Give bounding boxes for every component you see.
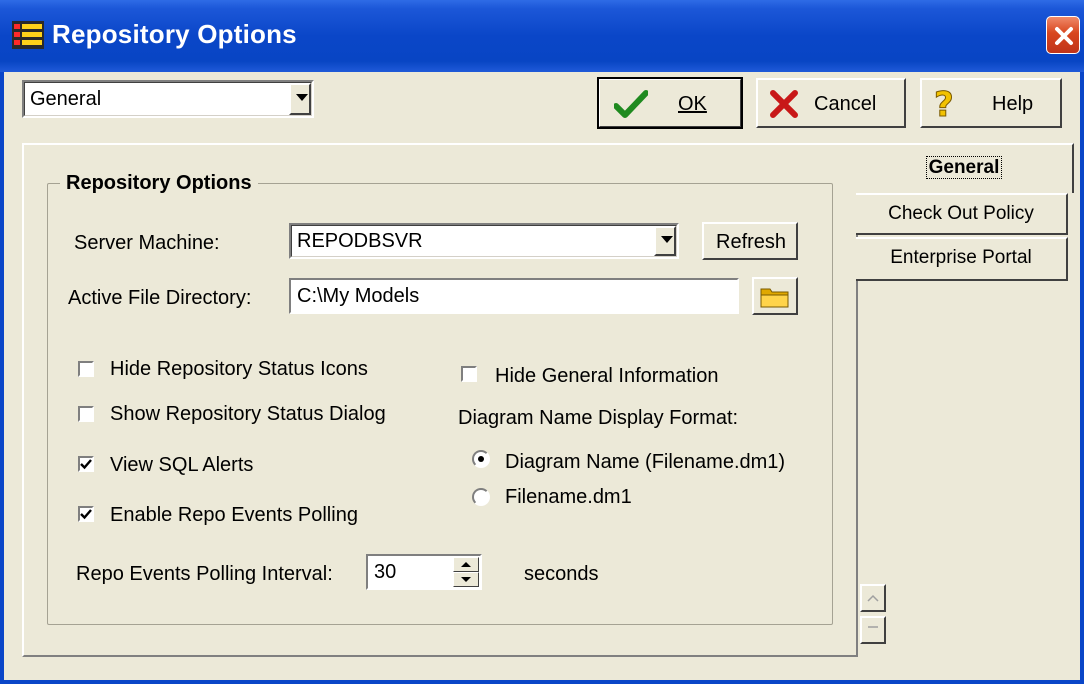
chevron-down-icon [296, 94, 308, 101]
tab-scroll-down-button[interactable] [860, 616, 886, 644]
close-icon [1055, 27, 1073, 45]
hide-repository-status-icons-label: Hide Repository Status Icons [110, 358, 368, 380]
show-repository-status-dialog-label: Show Repository Status Dialog [110, 403, 386, 425]
arrow-down-icon [868, 626, 878, 628]
close-button[interactable] [1046, 16, 1080, 54]
check-icon [80, 459, 92, 470]
spin-up-button[interactable] [453, 557, 479, 572]
show-repository-status-dialog-checkbox[interactable] [78, 406, 94, 422]
arrow-up-icon [461, 562, 471, 567]
server-machine-label: Server Machine: [74, 232, 220, 254]
hide-repository-status-icons-checkbox[interactable] [78, 361, 94, 377]
group-title: Repository Options [60, 172, 258, 195]
page-select-dropdown-button[interactable] [289, 83, 311, 115]
tab-scroll-up-button[interactable] [860, 584, 886, 612]
app-icon [12, 20, 44, 50]
diagram-name-filename-label: Diagram Name (Filename.dm1) [505, 451, 786, 473]
server-machine-value: REPODBSVR [297, 230, 423, 252]
active-file-directory-value: C:\My Models [297, 285, 420, 307]
tab-enterprise-portal[interactable]: Enterprise Portal [856, 237, 1068, 281]
enable-repo-events-polling-checkbox[interactable] [78, 506, 94, 522]
svg-text:?: ? [934, 86, 954, 122]
active-file-directory-label: Active File Directory: [68, 287, 252, 309]
help-button[interactable]: ? Help [920, 78, 1062, 128]
ok-button[interactable]: OK [597, 77, 743, 129]
polling-interval-unit: seconds [524, 563, 599, 585]
tab-general-label: General [925, 156, 1003, 179]
refresh-button[interactable]: Refresh [702, 222, 798, 260]
server-machine-select[interactable]: REPODBSVR [289, 223, 679, 259]
question-mark-icon: ? [934, 86, 955, 122]
page-select[interactable]: General [22, 80, 314, 118]
ok-label: OK [678, 93, 707, 115]
chevron-down-icon [661, 236, 673, 243]
enable-repo-events-polling-label: Enable Repo Events Polling [110, 504, 358, 526]
polling-interval-label: Repo Events Polling Interval: [76, 563, 333, 585]
diagram-name-filename-radio[interactable] [472, 450, 490, 468]
arrow-up-icon [867, 594, 879, 602]
window-border-left [0, 72, 4, 684]
filename-only-radio[interactable] [472, 488, 490, 506]
spin-down-button[interactable] [453, 572, 479, 587]
tab-check-out-policy[interactable]: Check Out Policy [856, 193, 1068, 235]
cancel-label: Cancel [814, 93, 877, 115]
view-sql-alerts-checkbox[interactable] [78, 456, 94, 472]
server-dropdown-button[interactable] [654, 226, 676, 256]
cancel-button[interactable]: Cancel [756, 78, 906, 128]
polling-interval-spinner[interactable]: 30 [366, 554, 482, 590]
filename-only-label: Filename.dm1 [505, 486, 632, 508]
help-label: Help [992, 93, 1034, 115]
checkmark-icon [614, 90, 648, 118]
diagram-name-display-format-label: Diagram Name Display Format: [458, 407, 739, 429]
folder-icon [760, 288, 789, 308]
refresh-label: Refresh [716, 231, 787, 253]
active-file-directory-input[interactable]: C:\My Models [289, 278, 739, 314]
window-title: Repository Options [52, 19, 297, 49]
tab-general[interactable]: General [856, 143, 1074, 193]
hide-general-information-label: Hide General Information [495, 365, 719, 387]
window-border-bottom [0, 680, 1084, 684]
check-icon [80, 509, 92, 520]
cancel-x-icon [770, 90, 798, 118]
arrow-down-icon [461, 577, 471, 582]
view-sql-alerts-label: View SQL Alerts [110, 454, 254, 476]
tab-enterprise-portal-label: Enterprise Portal [890, 247, 1032, 268]
tab-check-out-policy-label: Check Out Policy [888, 203, 1034, 224]
window-border-right [1080, 72, 1084, 684]
polling-interval-value[interactable]: 30 [374, 561, 396, 584]
browse-folder-button[interactable] [752, 277, 798, 315]
hide-general-information-checkbox[interactable] [461, 366, 477, 382]
page-select-value: General [30, 88, 102, 110]
